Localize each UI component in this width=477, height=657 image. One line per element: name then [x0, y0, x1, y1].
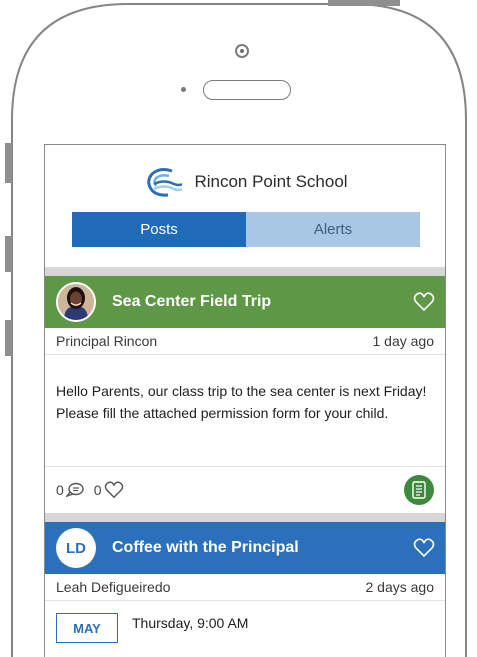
heart-outline-icon[interactable]: [413, 538, 435, 558]
author-initials-avatar: LD: [56, 528, 96, 568]
speech-bubble-icon: [65, 482, 84, 498]
post-title[interactable]: Sea Center Field Trip: [112, 293, 413, 311]
tab-alerts[interactable]: Alerts: [246, 212, 420, 247]
post-time: 1 day ago: [372, 333, 435, 349]
volume-down-button: [5, 320, 12, 356]
volume-up-button: [5, 236, 12, 272]
like-count[interactable]: 0: [94, 481, 124, 499]
post-footer: 0 0: [45, 467, 445, 513]
heart-outline-icon[interactable]: [413, 292, 435, 312]
school-name: Rincon Point School: [194, 172, 348, 191]
sensor-dot: [181, 87, 186, 92]
post-title[interactable]: Coffee with the Principal: [112, 539, 413, 557]
post-card[interactable]: LD Coffee with the Principal Leah Defigu…: [45, 522, 445, 643]
app-header: Rincon Point School Posts Alerts: [45, 145, 445, 267]
post-body: Hello Parents, our class trip to the sea…: [45, 355, 445, 467]
segmented-control: Posts Alerts: [72, 212, 420, 247]
wave-logo-icon: [147, 168, 183, 197]
principal-avatar: [56, 282, 96, 322]
mute-switch: [5, 143, 12, 183]
section-divider: [45, 267, 445, 276]
post-meta: Principal Rincon 1 day ago: [45, 328, 445, 355]
post-header: Sea Center Field Trip: [45, 276, 445, 328]
comment-count[interactable]: 0: [56, 482, 84, 498]
principal-photo-icon: [58, 284, 94, 320]
post-card[interactable]: Sea Center Field Trip Principal Rincon 1…: [45, 276, 445, 513]
speaker-grille: [203, 80, 291, 100]
form-document-icon: [412, 481, 426, 499]
post-author: Principal Rincon: [56, 333, 158, 349]
camera-icon: [235, 44, 249, 58]
event-date-badge: MAY: [56, 613, 118, 643]
attachment-button[interactable]: [404, 475, 434, 505]
phone-mockup: Rincon Point School Posts Alerts Sea Cen…: [0, 0, 477, 657]
post-time: 2 days ago: [365, 579, 435, 595]
event-details: MAY Thursday, 9:00 AM: [45, 601, 445, 643]
like-count-value: 0: [93, 482, 102, 498]
section-divider: [45, 513, 445, 522]
comment-count-value: 0: [56, 482, 64, 498]
heart-outline-icon: [104, 481, 123, 499]
tab-posts[interactable]: Posts: [72, 212, 246, 247]
post-meta: Leah Defigueiredo 2 days ago: [45, 574, 445, 601]
post-header: LD Coffee with the Principal: [45, 522, 445, 574]
app-screen: Rincon Point School Posts Alerts Sea Cen…: [44, 144, 446, 657]
post-author: Leah Defigueiredo: [56, 579, 171, 595]
brand: Rincon Point School: [45, 165, 445, 199]
event-time: Thursday, 9:00 AM: [132, 615, 249, 631]
